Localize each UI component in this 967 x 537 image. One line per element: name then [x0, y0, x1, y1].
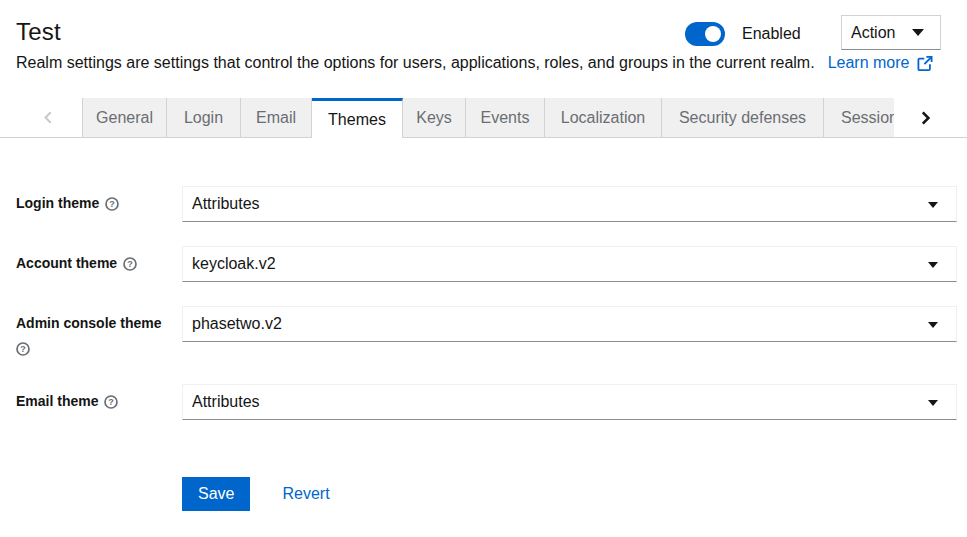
svg-text:?: ? [127, 259, 133, 269]
tab-label: General [96, 109, 153, 127]
action-dropdown[interactable]: Action [841, 15, 941, 50]
admin-console-theme-select[interactable]: phasetwo.v2 [182, 306, 957, 342]
select-value: Attributes [192, 195, 260, 212]
account-theme-select[interactable]: keycloak.v2 [182, 246, 957, 282]
tab-label: Email [256, 109, 296, 127]
tabs-scroll-right-button[interactable] [894, 98, 967, 138]
tab-label: Themes [328, 111, 386, 129]
tab-email[interactable]: Email [241, 98, 312, 138]
caret-down-icon [928, 400, 938, 406]
chevron-left-icon [44, 111, 52, 124]
caret-down-icon [912, 29, 924, 36]
help-icon[interactable]: ? [105, 196, 119, 217]
action-dropdown-label: Action [851, 24, 895, 42]
help-icon[interactable]: ? [123, 256, 137, 277]
email-theme-select[interactable]: Attributes [182, 384, 957, 420]
tab-sessions[interactable]: Sessions [824, 98, 894, 138]
revert-button[interactable]: Revert [266, 477, 345, 511]
label-text: Admin console theme [16, 315, 161, 331]
caret-down-icon [928, 322, 938, 328]
label-text: Account theme [16, 255, 117, 271]
help-icon[interactable]: ? [16, 341, 176, 362]
tab-localization[interactable]: Localization [545, 98, 662, 138]
admin-console-theme-label: Admin console theme? [16, 313, 176, 362]
select-value: phasetwo.v2 [192, 315, 282, 332]
form-actions: Save Revert [182, 477, 346, 511]
tab-login[interactable]: Login [167, 98, 241, 138]
save-button[interactable]: Save [182, 477, 250, 511]
learn-more-label: Learn more [828, 51, 910, 75]
label-text: Email theme [16, 393, 98, 409]
tab-label: Sessions [841, 109, 894, 127]
tab-events[interactable]: Events [466, 98, 545, 138]
caret-down-icon [928, 262, 938, 268]
tab-label: Security defenses [679, 109, 806, 127]
tab-label: Keys [416, 109, 452, 127]
tab-general[interactable]: General [82, 98, 167, 138]
page-title: Test [16, 16, 61, 47]
toggle-knob [705, 26, 721, 42]
account-theme-label: Account theme? [16, 253, 176, 277]
email-theme-label: Email theme? [16, 391, 176, 415]
tab-label: Login [184, 109, 223, 127]
svg-text:?: ? [109, 397, 115, 407]
enabled-toggle[interactable] [685, 22, 725, 46]
realm-settings-tabs: General Login Email Themes Keys Events L… [0, 98, 967, 138]
svg-text:?: ? [20, 344, 26, 354]
select-value: keycloak.v2 [192, 255, 276, 272]
realm-settings-page: Test Enabled Action Realm settings are s… [0, 0, 967, 537]
tab-label: Localization [561, 109, 646, 127]
tab-keys[interactable]: Keys [403, 98, 466, 138]
realm-description: Realm settings are settings that control… [16, 51, 933, 75]
tabs-viewport: General Login Email Themes Keys Events L… [82, 98, 894, 138]
svg-text:?: ? [109, 199, 115, 209]
enabled-toggle-label: Enabled [742, 21, 801, 46]
select-value: Attributes [192, 393, 260, 410]
tab-themes[interactable]: Themes [312, 98, 403, 138]
label-text: Login theme [16, 195, 99, 211]
realm-description-text: Realm settings are settings that control… [16, 54, 815, 71]
login-theme-select[interactable]: Attributes [182, 186, 957, 222]
external-link-icon [917, 56, 933, 71]
chevron-right-icon [921, 111, 930, 125]
learn-more-link[interactable]: Learn more [828, 51, 934, 75]
tabs-scroll-left-button[interactable] [0, 98, 82, 138]
caret-down-icon [928, 202, 938, 208]
login-theme-label: Login theme? [16, 193, 176, 217]
tab-label: Events [481, 109, 530, 127]
tab-security-defenses[interactable]: Security defenses [662, 98, 824, 138]
help-icon[interactable]: ? [104, 394, 118, 415]
